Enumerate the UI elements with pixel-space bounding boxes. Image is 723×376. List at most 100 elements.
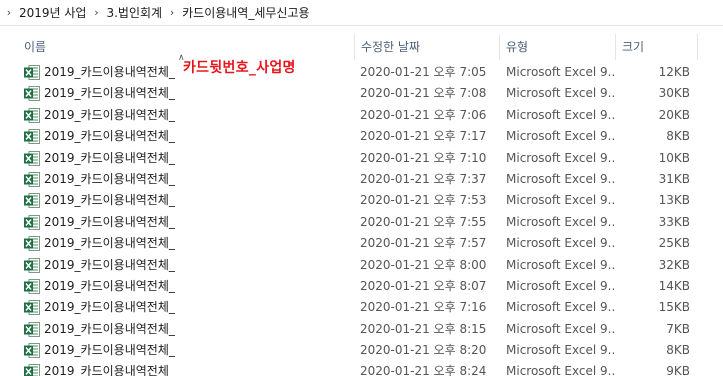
excel-file-icon: [24, 129, 40, 145]
file-size: 15KB: [658, 300, 690, 315]
column-divider[interactable]: [615, 34, 616, 60]
file-size: 9KB: [666, 364, 690, 376]
file-type: Microsoft Excel 9...: [506, 257, 616, 272]
file-date-modified: 2020-01-21 오후 7:10: [360, 150, 487, 165]
file-size: 13KB: [658, 193, 690, 208]
file-row[interactable]: 2019_카드이용내역전체_ 2020-01-21 오후 7:10 Micros…: [0, 148, 723, 169]
file-row[interactable]: 2019_카드이용내역전체_ 2020-01-21 오후 7:57 Micros…: [0, 233, 723, 254]
file-name: 2019_카드이용내역전체_: [44, 278, 175, 293]
file-name: 2019_카드이용내역전체_: [44, 343, 175, 358]
column-header-name[interactable]: 이름: [20, 36, 354, 58]
file-date-modified: 2020-01-21 오후 7:55: [360, 214, 487, 229]
excel-file-icon: [24, 321, 40, 337]
excel-file-icon: [24, 300, 40, 316]
column-divider[interactable]: [354, 34, 355, 60]
excel-file-icon: [24, 107, 40, 123]
file-row[interactable]: 2019_카드이용내역전체_ 2020-01-21 오후 7:05 Micros…: [0, 62, 723, 83]
file-size: 7KB: [666, 321, 690, 336]
file-type: Microsoft Excel 9...: [506, 300, 616, 315]
file-size: 8KB: [666, 343, 690, 358]
file-name: 2019_카드이용내역전체_: [44, 129, 175, 144]
file-date-modified: 2020-01-21 오후 7:57: [360, 236, 487, 251]
file-size: 31KB: [658, 171, 690, 186]
excel-file-icon: [24, 364, 40, 376]
file-size: 8KB: [666, 129, 690, 144]
chevron-right-icon[interactable]: ›: [2, 0, 16, 26]
file-size: 30KB: [658, 86, 690, 101]
column-header-type[interactable]: 유형: [502, 36, 612, 58]
file-row[interactable]: 2019_카드이용내역전체_ 2020-01-21 오후 8:07 Micros…: [0, 276, 723, 297]
file-row[interactable]: 2019_카드이용내역전체_ 2020-01-21 오후 8:00 Micros…: [0, 255, 723, 276]
file-type: Microsoft Excel 9...: [506, 129, 616, 144]
file-list: 2019_카드이용내역전체_ 2020-01-21 오후 7:05 Micros…: [0, 62, 723, 376]
excel-file-icon: [24, 236, 40, 252]
column-divider[interactable]: [499, 34, 500, 60]
file-name: 2019_카드이용내역전체_: [44, 364, 175, 376]
file-date-modified: 2020-01-21 오후 7:16: [360, 300, 487, 315]
file-explorer-window: › 2019년 사업 › 3.법인회계 › 카드이용내역_세무신고용 ∧ 이름 …: [0, 0, 723, 376]
file-date-modified: 2020-01-21 오후 7:37: [360, 171, 487, 186]
excel-file-icon: [24, 150, 40, 166]
file-name: 2019_카드이용내역전체_: [44, 107, 175, 122]
file-type: Microsoft Excel 9...: [506, 107, 616, 122]
file-type: Microsoft Excel 9...: [506, 65, 616, 79]
file-size: 14KB: [658, 278, 690, 293]
file-date-modified: 2020-01-21 오후 7:53: [360, 193, 487, 208]
file-type: Microsoft Excel 9...: [506, 193, 616, 208]
file-name: 2019_카드이용내역전체_: [44, 86, 175, 101]
file-type: Microsoft Excel 9...: [506, 86, 616, 101]
file-size: 33KB: [658, 214, 690, 229]
excel-file-icon: [24, 343, 40, 359]
file-row[interactable]: 2019_카드이용내역전체_ 2020-01-21 오후 8:24 Micros…: [0, 361, 723, 376]
file-row[interactable]: 2019_카드이용내역전체_ 2020-01-21 오후 8:15 Micros…: [0, 319, 723, 340]
file-size: 32KB: [658, 257, 690, 272]
excel-file-icon: [24, 257, 40, 273]
chevron-right-icon[interactable]: ›: [165, 0, 179, 26]
excel-file-icon: [24, 193, 40, 209]
file-type: Microsoft Excel 9...: [506, 321, 616, 336]
file-name: 2019_카드이용내역전체_: [44, 321, 175, 336]
file-name: 2019_카드이용내역전체_: [44, 193, 175, 208]
breadcrumb-item-accounting[interactable]: 3.법인회계: [103, 0, 165, 26]
file-row[interactable]: 2019_카드이용내역전체_ 2020-01-21 오후 7:06 Micros…: [0, 105, 723, 126]
file-row[interactable]: 2019_카드이용내역전체_ 2020-01-21 오후 7:37 Micros…: [0, 169, 723, 190]
breadcrumb: › 2019년 사업 › 3.법인회계 › 카드이용내역_세무신고용: [0, 0, 723, 26]
annotation-label: 카드뒷번호_사업명: [183, 60, 296, 76]
excel-file-icon: [24, 65, 40, 80]
file-type: Microsoft Excel 9...: [506, 150, 616, 165]
file-date-modified: 2020-01-21 오후 7:05: [360, 65, 487, 79]
file-type: Microsoft Excel 9...: [506, 278, 616, 293]
column-header-size[interactable]: 크기: [618, 36, 698, 58]
file-type: Microsoft Excel 9...: [506, 343, 616, 358]
file-name: 2019_카드이용내역전체_: [44, 257, 175, 272]
file-size: 25KB: [658, 236, 690, 251]
file-row[interactable]: 2019_카드이용내역전체_ 2020-01-21 오후 7:55 Micros…: [0, 212, 723, 233]
file-row[interactable]: 2019_카드이용내역전체_ 2020-01-21 오후 8:20 Micros…: [0, 340, 723, 361]
chevron-right-icon[interactable]: ›: [89, 0, 103, 26]
file-name: 2019_카드이용내역전체_: [44, 150, 175, 165]
breadcrumb-item-card-usage[interactable]: 카드이용내역_세무신고용: [179, 0, 312, 26]
file-date-modified: 2020-01-21 오후 7:17: [360, 129, 487, 144]
column-header-date[interactable]: 수정한 날짜: [357, 36, 497, 58]
file-date-modified: 2020-01-21 오후 8:07: [360, 278, 487, 293]
breadcrumb-item-business[interactable]: 2019년 사업: [16, 0, 89, 26]
file-date-modified: 2020-01-21 오후 8:15: [360, 321, 487, 336]
file-type: Microsoft Excel 9...: [506, 236, 616, 251]
file-row[interactable]: 2019_카드이용내역전체_ 2020-01-21 오후 7:53 Micros…: [0, 190, 723, 211]
file-name: 2019_카드이용내역전체_: [44, 236, 175, 251]
file-size: 12KB: [658, 65, 690, 79]
file-name: 2019_카드이용내역전체_: [44, 171, 175, 186]
file-size: 10KB: [658, 150, 690, 165]
file-name: 2019_카드이용내역전체_: [44, 300, 175, 315]
file-type: Microsoft Excel 9...: [506, 214, 616, 229]
file-type: Microsoft Excel 9...: [506, 364, 616, 376]
file-name: 2019_카드이용내역전체_: [44, 214, 175, 229]
excel-file-icon: [24, 86, 40, 102]
excel-file-icon: [24, 278, 40, 294]
file-date-modified: 2020-01-21 오후 7:06: [360, 107, 487, 122]
file-row[interactable]: 2019_카드이용내역전체_ 2020-01-21 오후 7:16 Micros…: [0, 297, 723, 318]
file-row[interactable]: 2019_카드이용내역전체_ 2020-01-21 오후 7:08 Micros…: [0, 83, 723, 104]
column-divider[interactable]: [697, 34, 698, 60]
file-row[interactable]: 2019_카드이용내역전체_ 2020-01-21 오후 7:17 Micros…: [0, 126, 723, 147]
file-date-modified: 2020-01-21 오후 7:08: [360, 86, 487, 101]
